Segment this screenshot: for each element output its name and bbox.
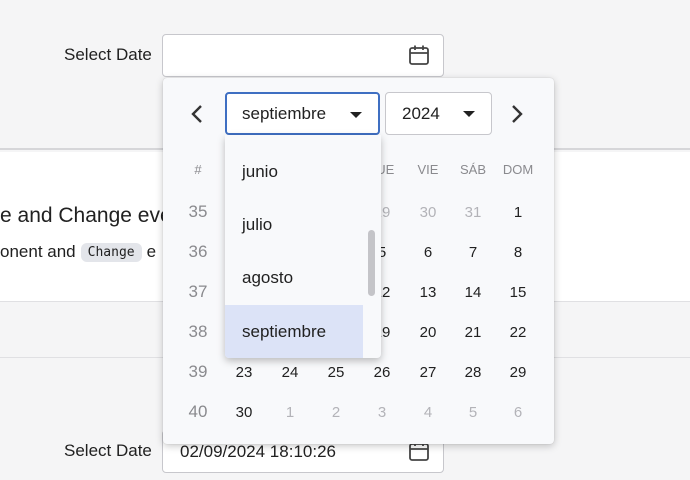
calendar-day[interactable]: 7 [450,244,496,261]
calendar-day[interactable]: 20 [405,324,451,341]
calendar-day[interactable]: 22 [495,324,541,341]
month-option[interactable]: junio [225,145,363,198]
caret-down-icon [350,112,362,118]
month-option-selected[interactable]: septiembre [225,305,363,358]
calendar-day[interactable]: 26 [359,364,405,381]
calendar-day[interactable]: 3 [359,404,405,421]
weekday-header: VIE [417,162,439,177]
section-desc-suffix: e [146,242,157,261]
weekday-header: DOM [502,162,534,177]
calendar-day[interactable]: 23 [221,364,267,381]
week-number: 40 [188,402,208,421]
month-option[interactable]: agosto [225,251,363,304]
chevron-left-icon [191,105,202,123]
code-chip: Change [80,242,142,262]
section-description: onent and Change e [0,242,156,262]
calendar-day[interactable]: 31 [450,204,496,221]
calendar-day[interactable]: 13 [405,284,451,301]
calendar-day[interactable]: 15 [495,284,541,301]
top-date-input[interactable] [162,34,444,77]
calendar-day[interactable]: 29 [495,364,541,381]
month-select-value: septiembre [242,103,327,123]
week-number: 39 [188,362,208,381]
section-title: e and Change eve [0,204,172,227]
calendar-day[interactable]: 28 [450,364,496,381]
month-dropdown-list: junio julio agosto septiembre [225,135,381,358]
bottom-date-value: 02/09/2024 18:10:26 [180,441,336,461]
weekday-header: SÁB [459,162,486,177]
month-option[interactable]: julio [225,198,363,251]
week-number: 35 [188,202,208,221]
calendar-day[interactable]: 1 [267,404,313,421]
calendar-day[interactable]: 25 [313,364,359,381]
month-select[interactable]: septiembre [225,92,380,135]
calendar-day[interactable]: 4 [405,404,451,421]
week-number: 37 [188,282,208,301]
top-date-label: Select Date [64,45,152,64]
calendar-day[interactable]: 2 [313,404,359,421]
calendar-day[interactable]: 6 [405,244,451,261]
calendar-day[interactable]: 30 [221,404,267,421]
calendar-day[interactable]: 21 [450,324,496,341]
prev-month-button[interactable] [183,100,211,128]
weekday-header-week: # [194,162,202,177]
calendar-day[interactable]: 5 [450,404,496,421]
calendar-day[interactable]: 30 [405,204,451,221]
caret-down-icon [463,111,475,117]
week-number: 38 [188,322,208,341]
calendar-day[interactable]: 6 [495,404,541,421]
next-month-button[interactable] [503,100,531,128]
chevron-right-icon [512,105,523,123]
calendar-day[interactable]: 8 [495,244,541,261]
bottom-date-label: Select Date [64,441,152,460]
calendar-day[interactable]: 24 [267,364,313,381]
calendar-day[interactable]: 27 [405,364,451,381]
year-select[interactable]: 2024 [385,92,492,135]
calendar-day[interactable]: 1 [495,204,541,221]
week-number: 36 [188,242,208,261]
section-desc-prefix: onent and [0,242,76,261]
calendar-icon[interactable] [407,43,431,67]
calendar-day[interactable]: 14 [450,284,496,301]
year-select-value: 2024 [402,103,440,123]
dropdown-scrollbar[interactable] [368,230,375,296]
